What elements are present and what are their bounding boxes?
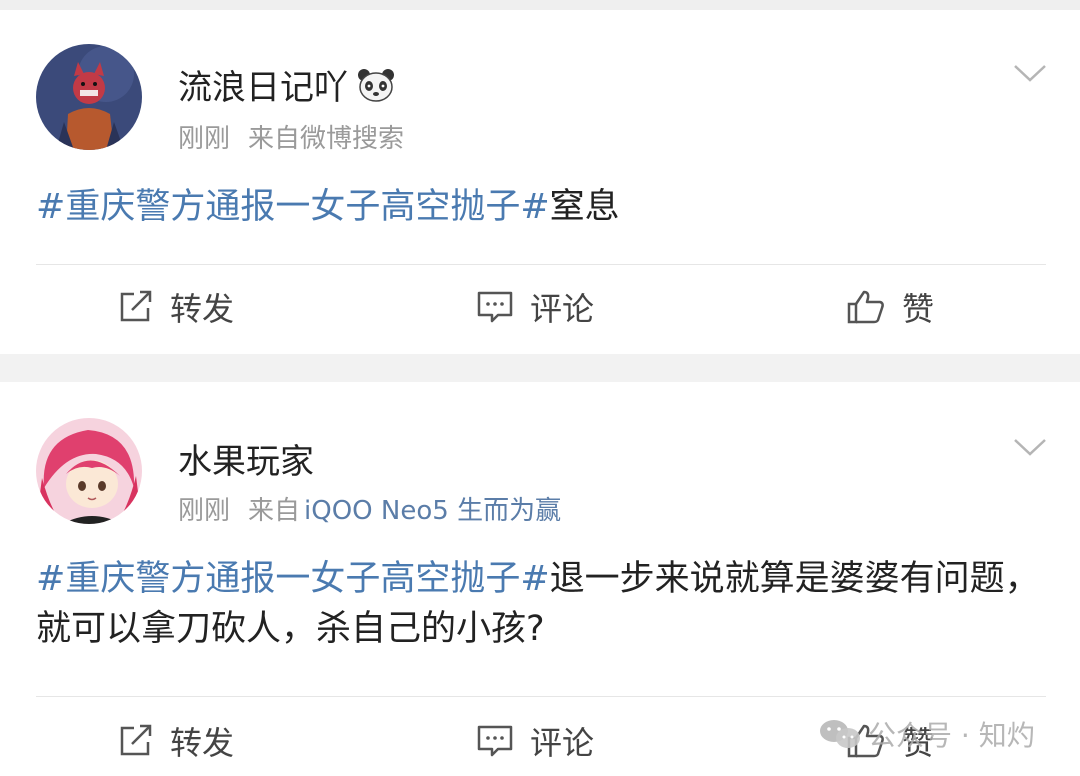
more-options[interactable] — [1012, 436, 1048, 458]
panda-icon — [358, 68, 394, 102]
thumbs-up-icon — [847, 290, 884, 324]
post-meta: 刚刚 来自微博搜索 — [178, 118, 404, 155]
post-body: 窒息 — [549, 187, 620, 227]
comment-button[interactable]: 评论 — [476, 284, 594, 330]
post-text: #重庆警方通报一女子高空抛子#窒息 — [36, 182, 1046, 232]
top-gap — [0, 0, 1080, 10]
watermark: 公众号 · 知灼 — [818, 714, 1035, 754]
like-label: 赞 — [902, 290, 935, 328]
post-meta: 刚刚 来自 iQOO Neo5 生而为赢 — [178, 490, 561, 527]
comment-button[interactable]: 评论 — [476, 718, 594, 764]
post-source: 来自 — [248, 496, 301, 526]
username-text: 水果玩家 — [178, 442, 314, 482]
wechat-icon — [820, 720, 860, 748]
post-source: 来自微博搜索 — [248, 124, 405, 154]
repost-label: 转发 — [170, 290, 235, 328]
post-time: 刚刚 — [178, 496, 231, 526]
chevron-down-icon — [1014, 65, 1046, 82]
comment-icon — [477, 725, 513, 757]
repost-icon — [120, 724, 152, 756]
hashtag-link[interactable]: #重庆警方通报一女子高空抛子# — [36, 187, 550, 227]
comment-icon — [477, 291, 513, 323]
repost-icon — [120, 290, 152, 322]
avatar[interactable] — [36, 44, 142, 150]
avatar-image — [36, 418, 142, 524]
username[interactable]: 水果玩家 — [178, 434, 314, 483]
repost-button[interactable]: 转发 — [118, 718, 234, 764]
watermark-text: 公众号 · 知灼 — [868, 719, 1035, 752]
avatar-image — [36, 44, 142, 150]
username[interactable]: 流浪日记吖 — [178, 60, 396, 109]
comment-label: 评论 — [530, 724, 595, 762]
post-text: #重庆警方通报一女子高空抛子#退一步来说就算是婆婆有问题，就可以拿刀砍人，杀自己… — [36, 554, 1046, 654]
post-card[interactable]: 流浪日记吖 刚刚 来自微博搜索 #重庆警方通报一女子高空抛子#窒息 转发 评论 … — [0, 10, 1080, 354]
avatar[interactable] — [36, 418, 142, 524]
divider — [36, 696, 1046, 697]
like-button[interactable]: 赞 — [846, 284, 934, 330]
source-device-link[interactable]: iQOO Neo5 生而为赢 — [304, 496, 561, 526]
divider — [36, 264, 1046, 265]
chevron-down-icon — [1014, 439, 1046, 456]
hashtag-link[interactable]: #重庆警方通报一女子高空抛子# — [36, 559, 550, 599]
username-text: 流浪日记吖 — [178, 68, 348, 108]
more-options[interactable] — [1012, 62, 1048, 84]
repost-label: 转发 — [170, 724, 235, 762]
repost-button[interactable]: 转发 — [118, 284, 234, 330]
post-time: 刚刚 — [178, 124, 231, 154]
comment-label: 评论 — [530, 290, 595, 328]
weibo-feed: 流浪日记吖 刚刚 来自微博搜索 #重庆警方通报一女子高空抛子#窒息 转发 评论 … — [0, 0, 1080, 776]
